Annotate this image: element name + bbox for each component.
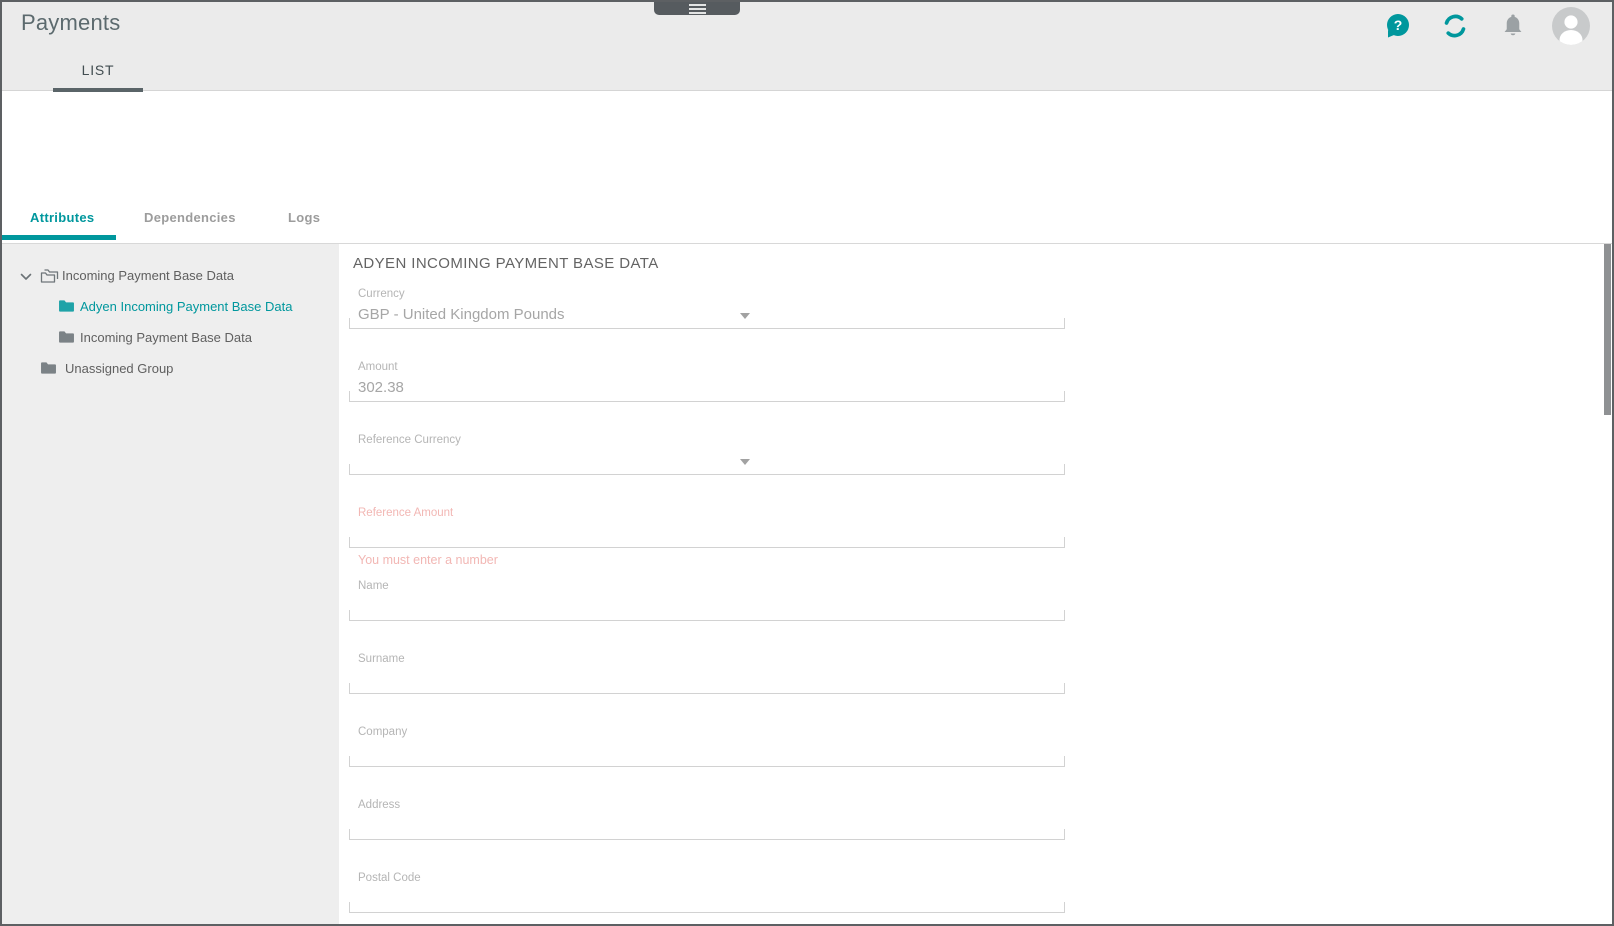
tree-item-label: Unassigned Group: [65, 361, 174, 376]
field-label: Reference Currency: [358, 434, 461, 446]
tab-logs[interactable]: Logs: [288, 210, 320, 225]
field-underline: [349, 829, 1065, 840]
text-input[interactable]: [349, 812, 1065, 840]
chevron-down-icon[interactable]: [20, 270, 32, 288]
tree-item-label: Incoming Payment Base Data: [62, 268, 234, 283]
notifications-button[interactable]: [1494, 5, 1532, 47]
help-icon: ?: [1386, 13, 1409, 37]
tree-item-adyen-incoming-payment-base-data[interactable]: Adyen Incoming Payment Base Data: [2, 291, 339, 322]
field-name: Name: [349, 580, 1065, 621]
select-input[interactable]: [349, 447, 1065, 475]
folder-icon: [58, 330, 75, 349]
text-input[interactable]: [349, 739, 1065, 767]
field-label: Reference Amount: [358, 507, 454, 519]
text-input[interactable]: [349, 885, 1065, 913]
text-input[interactable]: [349, 593, 1065, 621]
field-underline: [349, 391, 1065, 402]
field-label: Name: [358, 580, 389, 592]
field-underline: [349, 683, 1065, 694]
field-label: Currency: [358, 288, 405, 300]
tree-item-unassigned-group[interactable]: Unassigned Group: [2, 353, 339, 384]
field-underline: [349, 610, 1065, 621]
folder-icon: [58, 299, 75, 318]
tree-item-incoming-payment-base-data[interactable]: Incoming Payment Base Data: [2, 322, 339, 353]
field-label: Postal Code: [358, 872, 421, 884]
help-button[interactable]: ?: [1378, 5, 1416, 47]
field-label: Company: [358, 726, 408, 738]
field-currency: Currency GBP - United Kingdom Pounds: [349, 288, 1065, 329]
breadcrumb-bar: Authorization ID 568062: [2, 92, 1612, 227]
folder-icon: [40, 361, 57, 380]
vertical-scrollbar-thumb[interactable]: [1604, 244, 1611, 415]
header-icons: ?: [1378, 4, 1590, 48]
field-label: Surname: [358, 653, 405, 665]
app-window: Payments ? LIST Attributes Dependencies …: [0, 0, 1614, 926]
field-error-message: You must enter a number: [358, 553, 498, 567]
form-heading: ADYEN INCOMING PAYMENT BASE DATA: [353, 255, 659, 272]
user-avatar: [1552, 7, 1590, 45]
account-button[interactable]: [1552, 5, 1590, 47]
sync-button[interactable]: [1436, 5, 1474, 47]
field-company: Company: [349, 726, 1065, 767]
field-amount: Amount 302.38: [349, 361, 1065, 402]
svg-text:?: ?: [1393, 17, 1402, 33]
app-header: Payments ? LIST: [2, 2, 1612, 92]
tree-item-label: Incoming Payment Base Data: [80, 330, 252, 345]
page-title: Payments: [21, 10, 121, 35]
tab-list-label: LIST: [81, 62, 115, 78]
hamburger-icon: [688, 3, 706, 6]
group-folder-icon: [40, 268, 59, 289]
notifications-bell-icon: [1504, 14, 1522, 35]
active-tab-indicator: [2, 235, 116, 240]
field-underline: [349, 464, 1065, 475]
field-address: Address: [349, 799, 1065, 840]
tab-list[interactable]: LIST: [53, 54, 143, 92]
sync-icon: [1444, 14, 1466, 38]
text-input[interactable]: [349, 520, 1065, 548]
select-input[interactable]: GBP - United Kingdom Pounds: [349, 301, 1065, 329]
window-drag-handle[interactable]: [654, 2, 740, 15]
text-input[interactable]: 302.38: [349, 374, 1065, 402]
field-underline: [349, 756, 1065, 767]
tab-attributes[interactable]: Attributes: [30, 210, 94, 225]
detail-tabs: Attributes Dependencies Logs: [2, 198, 1612, 243]
attribute-group-tree: Incoming Payment Base Data Adyen Incoming…: [2, 244, 339, 924]
field-surname: Surname: [349, 653, 1065, 694]
field-underline: [349, 902, 1065, 913]
field-label: Amount: [358, 361, 398, 373]
tab-dependencies[interactable]: Dependencies: [144, 210, 236, 225]
field-label: Address: [358, 799, 401, 811]
text-input[interactable]: [349, 666, 1065, 694]
field-underline: [349, 318, 1065, 329]
tree-item-label: Adyen Incoming Payment Base Data: [80, 299, 293, 314]
field-reference-currency: Reference Currency: [349, 434, 1065, 475]
field-reference-amount: Reference Amount You must enter a number: [349, 507, 1065, 567]
field-postal-code: Postal Code: [349, 872, 1065, 913]
field-underline: [349, 537, 1065, 548]
tree-item-incoming-payment-base-data[interactable]: Incoming Payment Base Data: [2, 260, 339, 291]
attribute-form-panel: ADYEN INCOMING PAYMENT BASE DATA Currenc…: [339, 244, 1612, 924]
